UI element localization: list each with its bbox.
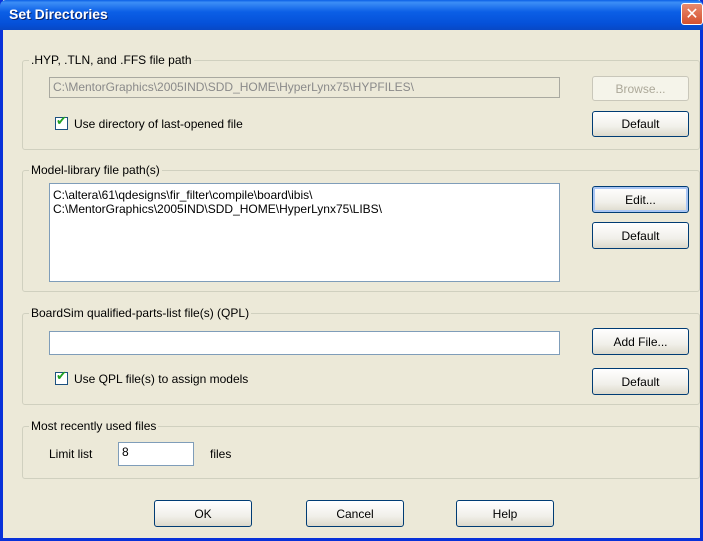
limit-list-label: Limit list [49,447,93,461]
qpl-default-button[interactable]: Default [592,368,689,395]
checkmark-icon: ✔ [56,114,67,129]
use-qpl-checkbox[interactable]: ✔ [55,369,68,385]
close-icon: ✕ [685,4,699,23]
use-last-dir-checkbox[interactable]: ✔ [55,114,68,130]
title-bar[interactable]: Set Directories ✕ [0,0,703,30]
mru-legend: Most recently used files [29,419,159,434]
model-path-list[interactable]: C:\altera\61\qdesigns\fir_filter\compile… [49,183,560,282]
dialog-title: Set Directories [9,6,108,22]
model-path-item[interactable]: C:\MentorGraphics\2005IND\SDD_HOME\Hyper… [53,202,556,216]
hyp-path-field: C:\MentorGraphics\2005IND\SDD_HOME\Hyper… [49,77,560,98]
edit-button[interactable]: Edit... [592,186,689,213]
files-label: files [210,447,232,461]
browse-button: Browse... [592,76,689,101]
checkmark-icon: ✔ [56,369,67,384]
use-last-dir-checkbox-row[interactable]: ✔ Use directory of last-opened file [55,114,243,131]
use-qpl-label: Use QPL file(s) to assign models [74,372,249,386]
add-file-button[interactable]: Add File... [592,328,689,355]
qpl-legend: BoardSim qualified-parts-list file(s) (Q… [29,306,252,321]
hyp-path-legend: .HYP, .TLN, and .FFS file path [29,53,194,68]
limit-list-field[interactable]: 8 [118,442,194,466]
model-default-button[interactable]: Default [592,222,689,249]
hyp-default-button[interactable]: Default [592,111,689,137]
help-button[interactable]: Help [456,500,554,527]
qpl-file-field[interactable] [49,331,560,355]
ok-button[interactable]: OK [154,500,252,527]
model-path-item[interactable]: C:\altera\61\qdesigns\fir_filter\compile… [53,188,556,202]
use-qpl-checkbox-row[interactable]: ✔ Use QPL file(s) to assign models [55,369,249,386]
use-last-dir-label: Use directory of last-opened file [74,117,243,131]
cancel-button[interactable]: Cancel [306,500,404,527]
close-button[interactable]: ✕ [681,3,703,25]
set-directories-dialog: Set Directories ✕ .HYP, .TLN, and .FFS f… [0,0,703,541]
model-path-legend: Model-library file path(s) [29,163,162,178]
